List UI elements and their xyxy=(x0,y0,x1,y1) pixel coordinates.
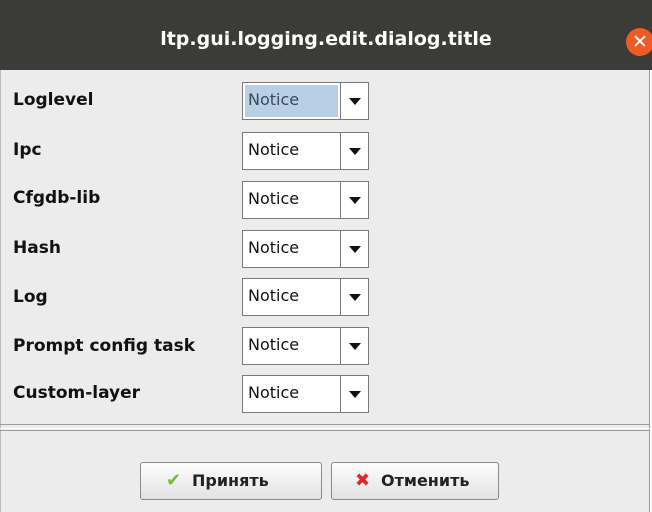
combo-custom-layer-value: Notice xyxy=(248,383,300,402)
combo-log[interactable]: Notice xyxy=(242,278,369,316)
combo-prompt-config-task[interactable]: Notice xyxy=(242,327,369,365)
combo-loglevel-value: Notice xyxy=(245,85,338,117)
separator xyxy=(0,430,650,431)
combo-hash[interactable]: Notice xyxy=(242,230,369,268)
chevron-down-icon[interactable] xyxy=(340,83,368,119)
chevron-down-icon[interactable] xyxy=(340,376,368,412)
combo-custom-layer[interactable]: Notice xyxy=(242,375,369,413)
chevron-down-icon[interactable] xyxy=(340,133,368,169)
combo-ipc-value: Notice xyxy=(248,140,300,159)
cancel-button-label: Отменить xyxy=(381,471,470,490)
accept-button-label: Принять xyxy=(192,471,269,490)
combo-cfgdb-lib[interactable]: Notice xyxy=(242,181,369,219)
combo-hash-value: Notice xyxy=(248,238,300,257)
dialog-content: Loglevel Notice Ipc Notice Cfgdb-lib Not… xyxy=(0,70,650,512)
check-icon: ✔ xyxy=(166,470,182,491)
label-prompt-config-task: Prompt config task xyxy=(13,336,196,356)
chevron-down-icon[interactable] xyxy=(340,231,368,267)
separator xyxy=(0,428,650,429)
label-log: Log xyxy=(13,287,48,307)
dialog-title: ltp.gui.logging.edit.dialog.title xyxy=(160,28,492,50)
label-cfgdb-lib: Cfgdb-lib xyxy=(13,188,101,208)
combo-ipc[interactable]: Notice xyxy=(242,132,369,170)
title-bar[interactable]: ltp.gui.logging.edit.dialog.title ✕ xyxy=(0,0,652,70)
accept-button[interactable]: ✔ Принять xyxy=(140,462,322,500)
label-hash: Hash xyxy=(13,238,61,258)
x-icon: ✖ xyxy=(355,470,371,491)
chevron-down-icon[interactable] xyxy=(340,182,368,218)
label-custom-layer: Custom-layer xyxy=(13,383,141,403)
label-loglevel: Loglevel xyxy=(13,90,94,110)
cancel-button[interactable]: ✖ Отменить xyxy=(331,462,499,500)
combo-cfgdb-lib-value: Notice xyxy=(248,189,300,208)
label-ipc: Ipc xyxy=(13,140,42,160)
separator xyxy=(0,424,650,425)
close-icon[interactable]: ✕ xyxy=(626,28,652,56)
combo-log-value: Notice xyxy=(248,286,300,305)
chevron-down-icon[interactable] xyxy=(340,328,368,364)
logging-edit-dialog: ltp.gui.logging.edit.dialog.title ✕ Logl… xyxy=(0,0,652,512)
combo-loglevel[interactable]: Notice xyxy=(242,82,369,120)
chevron-down-icon[interactable] xyxy=(340,279,368,315)
combo-prompt-config-task-value: Notice xyxy=(248,335,300,354)
